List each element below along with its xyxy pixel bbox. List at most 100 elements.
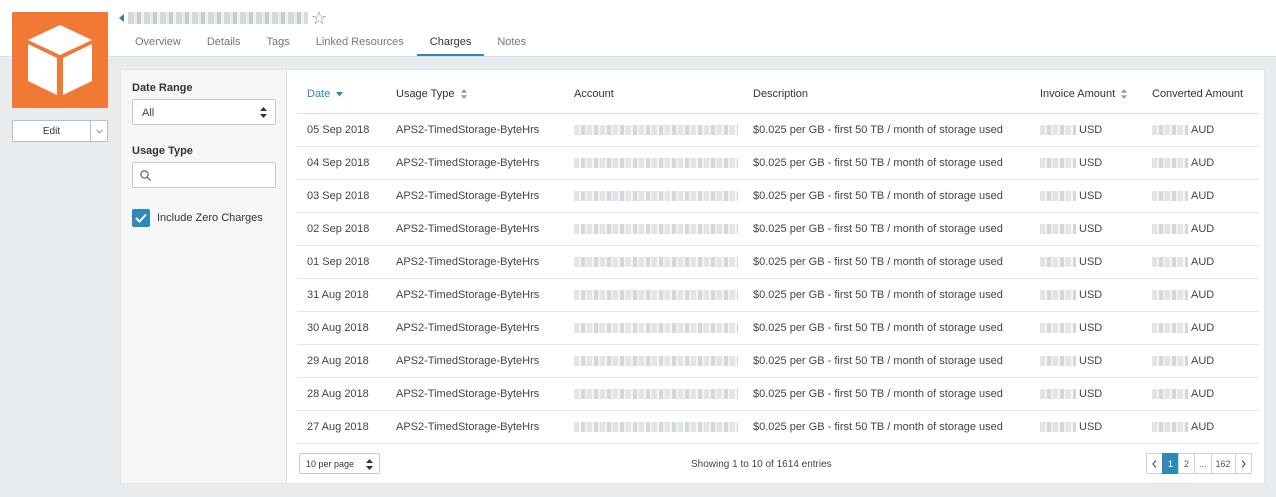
col-description-header: Description <box>743 76 1030 114</box>
cell-account <box>564 311 743 345</box>
tab-details[interactable]: Details <box>194 28 254 56</box>
filter-sidebar: Date Range All Usage Type Include Zero C… <box>121 70 287 483</box>
col-usage-type-header[interactable]: Usage Type <box>386 76 564 114</box>
table-row[interactable]: 02 Sep 2018 APS2-TimedStorage-ByteHrs $0… <box>297 212 1259 246</box>
charges-panel: Date Range All Usage Type Include Zero C… <box>120 69 1265 484</box>
invoice-currency: USD <box>1079 156 1103 169</box>
cell-invoice-amount: USD <box>1030 410 1142 444</box>
cell-invoice-amount: USD <box>1030 179 1142 213</box>
next-page-button[interactable] <box>1234 453 1252 474</box>
col-converted-amount-header: Converted Amount <box>1142 76 1259 114</box>
cell-date: 03 Sep 2018 <box>297 179 386 213</box>
back-arrow-icon[interactable] <box>119 14 124 22</box>
invoice-currency: USD <box>1079 288 1103 301</box>
amount-redacted <box>1040 355 1076 366</box>
cell-invoice-amount: USD <box>1030 311 1142 345</box>
per-page-value: 10 per page <box>306 459 355 469</box>
invoice-currency: USD <box>1079 189 1103 202</box>
amount-redacted <box>1040 157 1076 168</box>
amount-redacted <box>1040 223 1076 234</box>
usage-type-search-input[interactable] <box>132 162 276 188</box>
entries-summary: Showing 1 to 10 of 1614 entries <box>691 459 832 470</box>
converted-currency: AUD <box>1191 354 1215 367</box>
table-row[interactable]: 30 Aug 2018 APS2-TimedStorage-ByteHrs $0… <box>297 311 1259 345</box>
cell-converted-amount: AUD <box>1142 344 1259 378</box>
chevron-left-icon <box>1152 459 1157 468</box>
converted-currency: AUD <box>1191 321 1215 334</box>
cell-account <box>564 113 743 147</box>
chevron-right-icon <box>1241 459 1246 468</box>
account-redacted <box>574 289 738 300</box>
cell-usage-type: APS2-TimedStorage-ByteHrs <box>386 245 564 279</box>
favorite-star-icon[interactable]: ☆ <box>311 8 327 28</box>
table-row[interactable]: 29 Aug 2018 APS2-TimedStorage-ByteHrs $0… <box>297 344 1259 378</box>
invoice-currency: USD <box>1079 321 1103 334</box>
edit-button[interactable]: Edit <box>12 120 91 142</box>
cell-description: $0.025 per GB - first 50 TB / month of s… <box>743 410 1030 444</box>
tab-linked-resources[interactable]: Linked Resources <box>303 28 417 56</box>
cell-description: $0.025 per GB - first 50 TB / month of s… <box>743 179 1030 213</box>
cell-description: $0.025 per GB - first 50 TB / month of s… <box>743 344 1030 378</box>
sort-icon <box>1121 89 1128 100</box>
prev-page-button[interactable] <box>1146 453 1163 474</box>
table-row[interactable]: 05 Sep 2018 APS2-TimedStorage-ByteHrs $0… <box>297 113 1259 147</box>
amount-redacted <box>1040 388 1076 399</box>
cell-usage-type: APS2-TimedStorage-ByteHrs <box>386 113 564 147</box>
converted-currency: AUD <box>1191 222 1215 235</box>
chevron-down-icon <box>95 128 103 134</box>
cell-date: 01 Sep 2018 <box>297 245 386 279</box>
account-redacted <box>574 124 738 135</box>
cube-icon <box>28 25 92 95</box>
tab-tags[interactable]: Tags <box>253 28 302 56</box>
table-row[interactable]: 03 Sep 2018 APS2-TimedStorage-ByteHrs $0… <box>297 179 1259 213</box>
invoice-currency: USD <box>1079 354 1103 367</box>
cell-description: $0.025 per GB - first 50 TB / month of s… <box>743 212 1030 246</box>
col-invoice-amount-header[interactable]: Invoice Amount <box>1030 76 1142 114</box>
converted-currency: AUD <box>1191 420 1215 433</box>
cell-account <box>564 410 743 444</box>
table-row[interactable]: 01 Sep 2018 APS2-TimedStorage-ByteHrs $0… <box>297 245 1259 279</box>
page-button-2[interactable]: 2 <box>1178 453 1195 474</box>
invoice-currency: USD <box>1079 222 1103 235</box>
cell-usage-type: APS2-TimedStorage-ByteHrs <box>386 344 564 378</box>
cell-description: $0.025 per GB - first 50 TB / month of s… <box>743 245 1030 279</box>
amount-redacted <box>1152 190 1188 201</box>
per-page-select[interactable]: 10 per page <box>299 453 380 474</box>
edit-menu-button[interactable] <box>91 120 108 142</box>
cell-date: 04 Sep 2018 <box>297 146 386 180</box>
table-row[interactable]: 31 Aug 2018 APS2-TimedStorage-ByteHrs $0… <box>297 278 1259 312</box>
invoice-currency: USD <box>1079 387 1103 400</box>
table-row[interactable]: 27 Aug 2018 APS2-TimedStorage-ByteHrs $0… <box>297 410 1259 444</box>
sort-desc-icon <box>336 91 344 97</box>
converted-currency: AUD <box>1191 156 1215 169</box>
table-row[interactable]: 04 Sep 2018 APS2-TimedStorage-ByteHrs $0… <box>297 146 1259 180</box>
tab-notes[interactable]: Notes <box>484 28 539 56</box>
cell-account <box>564 377 743 411</box>
tab-charges[interactable]: Charges <box>416 28 485 56</box>
invoice-currency: USD <box>1079 420 1103 433</box>
account-redacted <box>574 190 738 201</box>
include-zero-charges-checkbox[interactable] <box>132 209 150 227</box>
amount-redacted <box>1152 355 1188 366</box>
invoice-currency: USD <box>1079 123 1103 136</box>
cell-invoice-amount: USD <box>1030 212 1142 246</box>
table-row[interactable]: 28 Aug 2018 APS2-TimedStorage-ByteHrs $0… <box>297 377 1259 411</box>
page-button-last[interactable]: 162 <box>1210 453 1236 474</box>
cell-converted-amount: AUD <box>1142 245 1259 279</box>
sort-icon <box>460 89 467 100</box>
cell-converted-amount: AUD <box>1142 179 1259 213</box>
cell-invoice-amount: USD <box>1030 278 1142 312</box>
date-range-select[interactable]: All <box>132 99 276 125</box>
account-redacted <box>574 388 738 399</box>
tab-overview[interactable]: Overview <box>122 28 194 56</box>
col-date-header[interactable]: Date <box>297 76 386 114</box>
amount-redacted <box>1040 289 1076 300</box>
converted-currency: AUD <box>1191 288 1215 301</box>
cell-usage-type: APS2-TimedStorage-ByteHrs <box>386 179 564 213</box>
amount-redacted <box>1152 223 1188 234</box>
amount-redacted <box>1152 256 1188 267</box>
cell-converted-amount: AUD <box>1142 410 1259 444</box>
pagination: 1 2 ... 162 <box>1146 453 1252 474</box>
cell-account <box>564 344 743 378</box>
page-button-1[interactable]: 1 <box>1162 453 1179 474</box>
